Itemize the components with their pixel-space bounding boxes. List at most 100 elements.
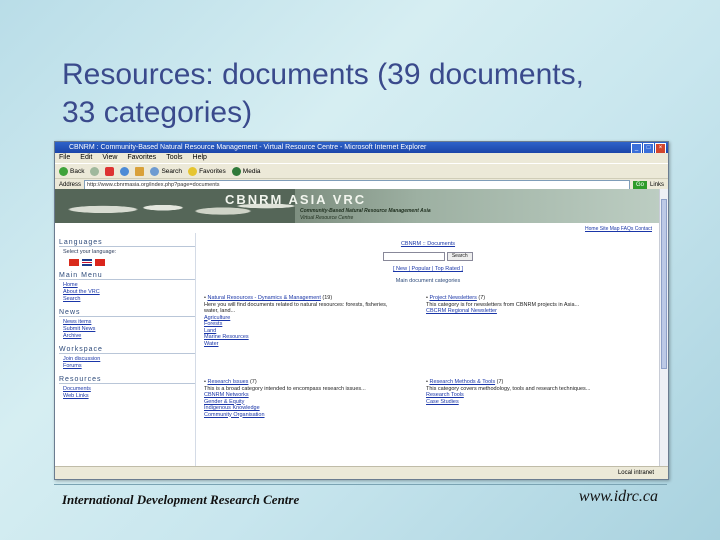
site-banner: CBNRM ASIA VRC Community-Based Natural R… bbox=[55, 189, 660, 223]
favorites-button[interactable]: Favorites bbox=[188, 166, 226, 176]
category-count: (7) bbox=[249, 379, 257, 385]
back-button[interactable]: Back bbox=[59, 166, 84, 176]
subcategory-link[interactable]: Gender & Equity bbox=[204, 399, 244, 405]
search-icon bbox=[150, 166, 160, 176]
slide-title-line-1: Resources: documents (39 documents, bbox=[62, 58, 584, 91]
search-label: Search bbox=[161, 167, 183, 175]
media-label: Media bbox=[242, 167, 261, 175]
menu-home-link[interactable]: Home bbox=[63, 282, 195, 289]
category-title[interactable]: Project Newsletters bbox=[429, 295, 476, 301]
menu-search-link[interactable]: Search bbox=[63, 296, 195, 303]
subcategory-link[interactable]: CBNRM Networks bbox=[204, 392, 249, 398]
document-search-button[interactable]: Search bbox=[446, 252, 473, 261]
join-discussion-link[interactable]: Join discussion bbox=[63, 356, 195, 363]
sort-links[interactable]: [ New | Popular | Top Rated ] bbox=[196, 266, 660, 272]
subcategory-link[interactable]: Community Organisation bbox=[204, 412, 265, 418]
search-button[interactable]: Search bbox=[150, 166, 183, 176]
go-button[interactable]: Go bbox=[632, 180, 647, 189]
menu-bar: File Edit View Favorites Tools Help bbox=[55, 153, 668, 163]
menu-file[interactable]: File bbox=[59, 153, 70, 163]
scrollbar-thumb[interactable] bbox=[661, 199, 667, 369]
menu-help[interactable]: Help bbox=[193, 153, 207, 163]
slide-title: Resources: documents (39 documents, 33 c… bbox=[62, 56, 702, 132]
documents-link[interactable]: Documents bbox=[63, 386, 195, 393]
address-label: Address bbox=[59, 181, 82, 188]
window-controls: _ □ × bbox=[631, 143, 666, 153]
stop-button[interactable] bbox=[105, 166, 115, 176]
address-input[interactable]: http://www.cbnrmasia.org/index.php?page=… bbox=[84, 179, 630, 190]
category-count: (7) bbox=[496, 379, 504, 385]
category-desc: This category covers methodology, tools … bbox=[426, 385, 591, 392]
top-navigation[interactable]: Home Site Map FAQs Contact bbox=[585, 226, 652, 232]
stop-icon bbox=[105, 166, 115, 176]
refresh-button[interactable] bbox=[120, 166, 130, 176]
category-title[interactable]: Natural Resources - Dynamics & Managemen… bbox=[207, 295, 320, 301]
category-desc: Here you will find documents related to … bbox=[204, 301, 388, 315]
menu-tools[interactable]: Tools bbox=[166, 153, 182, 163]
category-item: • Research Issues (7) This is a broad ca… bbox=[204, 379, 366, 418]
menu-about-link[interactable]: About the VRC bbox=[63, 289, 195, 296]
category-title[interactable]: Research Issues bbox=[207, 379, 248, 385]
minimize-button[interactable]: _ bbox=[631, 143, 642, 153]
news-heading: News bbox=[59, 309, 195, 317]
web-links-link[interactable]: Web Links bbox=[63, 393, 195, 400]
subcategory-link[interactable]: Research Tools bbox=[426, 392, 464, 398]
forums-link[interactable]: Forums bbox=[63, 363, 195, 370]
category-desc: This is a broad category intended to enc… bbox=[204, 385, 366, 392]
home-icon bbox=[135, 166, 145, 176]
media-button[interactable]: Media bbox=[231, 166, 261, 176]
menu-view[interactable]: View bbox=[102, 153, 117, 163]
site-logo[interactable]: CBNRM ASIA VRC bbox=[225, 192, 366, 207]
flag-chinese-icon[interactable] bbox=[69, 259, 79, 266]
footer-divider bbox=[54, 484, 667, 485]
languages-text: Select your language: bbox=[63, 249, 117, 255]
status-text: Local intranet bbox=[617, 470, 654, 476]
subcategory-link[interactable]: Case Studies bbox=[426, 399, 459, 405]
subcategory-link[interactable]: Forests bbox=[204, 321, 222, 327]
subcategory-link[interactable]: Marine Resources bbox=[204, 334, 249, 340]
flag-vietnamese-icon[interactable] bbox=[95, 259, 105, 266]
submit-news-link[interactable]: Submit News bbox=[63, 326, 195, 333]
news-items-link[interactable]: News items bbox=[63, 319, 195, 326]
category-title[interactable]: Research Methods & Tools bbox=[429, 379, 495, 385]
refresh-icon bbox=[120, 166, 130, 176]
window-titlebar: CBNRM : Community-Based Natural Resource… bbox=[55, 142, 668, 153]
workspace-heading: Workspace bbox=[59, 346, 195, 354]
breadcrumb[interactable]: CBNRM :: Documents bbox=[196, 241, 660, 247]
forward-button[interactable] bbox=[90, 166, 100, 176]
subcategory-link[interactable]: Land bbox=[204, 328, 216, 334]
menu-edit[interactable]: Edit bbox=[80, 153, 92, 163]
close-button[interactable]: × bbox=[655, 143, 666, 153]
subcategory-link[interactable]: Agriculture bbox=[204, 315, 230, 321]
category-desc: This category is for newsletters from CB… bbox=[426, 301, 580, 308]
back-arrow-icon bbox=[59, 166, 68, 176]
resources-heading: Resources bbox=[59, 376, 195, 384]
browser-window: CBNRM : Community-Based Natural Resource… bbox=[54, 141, 669, 480]
vertical-scrollbar[interactable] bbox=[659, 189, 668, 467]
page-content: CBNRM ASIA VRC Community-Based Natural R… bbox=[55, 189, 660, 467]
home-button[interactable] bbox=[135, 166, 145, 176]
subcategory-link[interactable]: CBCRM Regional Newsletter bbox=[426, 308, 497, 314]
subcategory-link[interactable]: Indigenous Knowledge bbox=[204, 405, 260, 411]
news-archive-link[interactable]: Archive bbox=[63, 333, 195, 340]
site-logo-tagline: Virtual Resource Centre bbox=[300, 215, 354, 221]
links-label[interactable]: Links bbox=[650, 182, 664, 188]
main-menu-heading: Main Menu bbox=[59, 272, 195, 280]
category-item: • Natural Resources - Dynamics & Managem… bbox=[204, 295, 388, 347]
maximize-button[interactable]: □ bbox=[643, 143, 654, 153]
media-icon bbox=[231, 166, 241, 176]
subcategory-link[interactable]: Water bbox=[204, 341, 218, 347]
languages-heading: Languages bbox=[59, 239, 195, 247]
browser-toolbar: Back Search Favorites Media bbox=[55, 163, 668, 178]
menu-favorites[interactable]: Favorites bbox=[127, 153, 156, 163]
flag-english-icon[interactable] bbox=[82, 259, 92, 266]
site-logo-subtitle: Community-Based Natural Resource Managem… bbox=[300, 208, 431, 214]
footer-organization: International Development Research Centr… bbox=[62, 492, 300, 507]
forward-arrow-icon bbox=[90, 166, 100, 176]
document-search-input[interactable] bbox=[383, 252, 446, 261]
main-categories-heading: Main document categories bbox=[395, 278, 461, 284]
footer-url: www.idrc.ca bbox=[578, 488, 658, 505]
category-item: • Project Newsletters (7) This category … bbox=[426, 295, 580, 314]
search-row: Search bbox=[196, 252, 660, 261]
category-count: (19) bbox=[322, 295, 333, 301]
